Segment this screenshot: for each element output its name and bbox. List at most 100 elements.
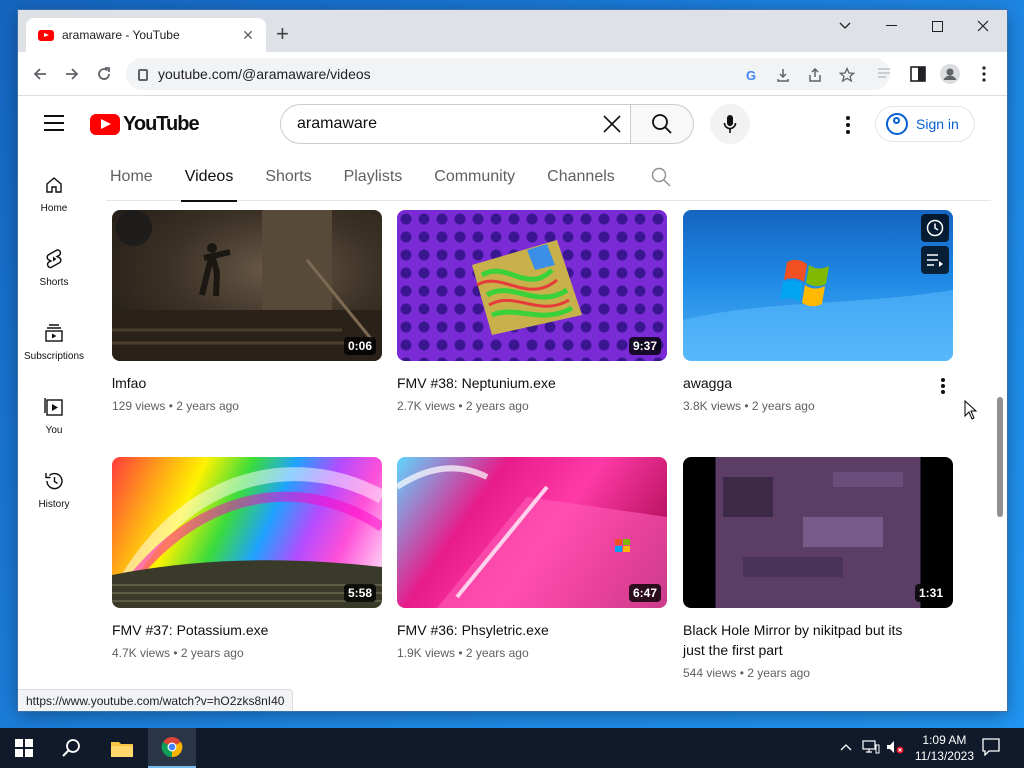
video-title[interactable]: FMV #38: Neptunium.exe — [397, 373, 667, 393]
taskbar-search-button[interactable] — [48, 728, 96, 768]
video-thumbnail[interactable]: 6:47 — [397, 457, 667, 608]
youtube-page: YouTube aramaware Sign in Home Shorts Su… — [18, 97, 1007, 711]
video-title[interactable]: awagga — [683, 373, 953, 393]
video-title[interactable]: lmfao — [112, 373, 382, 393]
video-thumbnail[interactable]: 9:37 — [397, 210, 667, 361]
search-button[interactable] — [630, 104, 694, 144]
search-icon — [62, 739, 80, 757]
video-card[interactable]: 5:58 FMV #37: Potassium.exe 4.7K views •… — [112, 457, 382, 660]
video-duration: 5:58 — [343, 584, 376, 602]
chrome-taskbar-button[interactable] — [148, 728, 196, 768]
video-thumbnail[interactable]: 1:31 — [683, 457, 953, 608]
shorts-icon — [42, 247, 66, 271]
youtube-header: YouTube aramaware Sign in — [18, 97, 1007, 153]
page-scrollbar[interactable] — [997, 397, 1003, 517]
left-nav: Home Shorts Subscriptions You History — [18, 153, 90, 523]
tab-search-button[interactable] — [822, 10, 868, 42]
show-hidden-icons-chevron-icon[interactable] — [840, 740, 852, 754]
video-meta: 2.7K views • 2 years ago — [397, 399, 529, 413]
tab-community[interactable]: Community — [430, 153, 519, 201]
back-button[interactable] — [28, 62, 52, 86]
video-meta: 4.7K views • 2 years ago — [112, 646, 244, 660]
reading-list-icon[interactable] — [876, 64, 896, 84]
profile-avatar-icon[interactable] — [940, 64, 960, 84]
google-translate-icon[interactable]: G — [742, 66, 760, 84]
tab-close-button[interactable]: ✕ — [240, 27, 256, 44]
start-button[interactable] — [0, 728, 48, 768]
nav-you[interactable]: You — [18, 375, 90, 449]
forward-button[interactable] — [60, 62, 84, 86]
nav-home[interactable]: Home — [18, 153, 90, 227]
browser-tab[interactable]: aramaware - YouTube ✕ — [26, 18, 266, 52]
browser-window: aramaware - YouTube ✕ + youtube.com/@ara… — [18, 10, 1007, 711]
video-meta: 544 views • 2 years ago — [683, 666, 810, 680]
video-duration: 9:37 — [628, 337, 661, 355]
side-panel-icon[interactable] — [908, 64, 928, 84]
windows-logo-icon — [780, 259, 829, 307]
video-thumbnail[interactable]: 5:58 — [112, 457, 382, 608]
new-tab-button[interactable]: + — [276, 23, 289, 45]
video-title[interactable]: FMV #36: Phsyletric.exe — [397, 620, 667, 640]
minimize-button[interactable] — [868, 10, 914, 42]
youtube-logo[interactable]: YouTube — [90, 113, 200, 136]
bookmark-star-icon[interactable] — [838, 66, 856, 84]
tab-shorts[interactable]: Shorts — [261, 153, 315, 201]
video-thumbnail[interactable] — [683, 210, 953, 361]
subscriptions-icon — [42, 321, 66, 345]
notification-center-icon[interactable] — [982, 738, 1000, 759]
search-query: aramaware — [297, 115, 378, 132]
account-icon — [886, 113, 908, 135]
system-clock[interactable]: 1:09 AM 11/13/2023 — [915, 732, 974, 764]
close-window-button[interactable] — [960, 10, 1006, 42]
history-icon — [42, 469, 66, 493]
watch-later-icon[interactable] — [921, 214, 949, 242]
status-bar-url: https://www.youtube.com/watch?v=hO2zks8n… — [18, 689, 294, 711]
tab-playlists[interactable]: Playlists — [340, 153, 407, 201]
youtube-favicon-icon — [38, 29, 54, 41]
sign-in-button[interactable]: Sign in — [875, 106, 975, 142]
close-icon — [977, 20, 989, 32]
network-icon[interactable] — [862, 740, 880, 757]
video-title[interactable]: FMV #37: Potassium.exe — [112, 620, 382, 640]
minimize-icon — [885, 25, 897, 26]
address-bar[interactable]: youtube.com/@aramaware/videos G — [126, 58, 890, 90]
video-thumbnail[interactable]: 0:06 — [112, 210, 382, 361]
voice-search-button[interactable] — [710, 104, 750, 144]
volume-muted-icon[interactable] — [886, 740, 904, 757]
browser-menu-icon[interactable] — [974, 64, 994, 84]
nav-subscriptions[interactable]: Subscriptions — [18, 301, 90, 375]
reload-icon — [98, 67, 110, 80]
nav-shorts[interactable]: Shorts — [18, 227, 90, 301]
install-app-icon[interactable] — [774, 66, 792, 84]
video-duration: 0:06 — [343, 337, 376, 355]
video-card[interactable]: awagga 3.8K views • 2 years ago — [683, 210, 953, 413]
video-card[interactable]: 1:31 Black Hole Mirror by nikitpad but i… — [683, 457, 953, 680]
add-to-queue-icon[interactable] — [921, 246, 949, 274]
video-card[interactable]: 0:06 lmfao 129 views • 2 years ago — [112, 210, 382, 413]
you-icon — [42, 395, 66, 419]
chevron-down-icon — [839, 22, 851, 29]
browser-toolbar: youtube.com/@aramaware/videos G — [18, 52, 1007, 96]
file-explorer-button[interactable] — [98, 728, 146, 768]
video-card[interactable]: 9:37 FMV #38: Neptunium.exe 2.7K views •… — [397, 210, 667, 413]
share-icon[interactable] — [806, 66, 824, 84]
home-icon — [42, 173, 66, 197]
video-card[interactable]: 6:47 FMV #36: Phsyletric.exe 1.9K views … — [397, 457, 667, 660]
search-input[interactable]: aramaware — [280, 104, 631, 144]
clear-search-icon[interactable] — [593, 114, 631, 135]
chrome-icon — [161, 737, 183, 758]
tab-videos[interactable]: Videos — [180, 153, 238, 202]
maximize-button[interactable] — [914, 10, 960, 42]
video-action-menu-icon[interactable] — [935, 376, 951, 396]
windows-start-icon — [15, 739, 33, 757]
hamburger-menu-icon[interactable] — [44, 115, 64, 131]
reload-button[interactable] — [92, 62, 116, 86]
channel-search-icon[interactable] — [651, 167, 671, 187]
tab-channels[interactable]: Channels — [543, 153, 619, 201]
video-title[interactable]: Black Hole Mirror by nikitpad but its ju… — [683, 620, 953, 660]
nav-history[interactable]: History — [18, 449, 90, 523]
video-meta: 1.9K views • 2 years ago — [397, 646, 529, 660]
settings-more-icon[interactable] — [838, 114, 858, 136]
tab-home[interactable]: Home — [106, 153, 157, 201]
video-meta: 129 views • 2 years ago — [112, 399, 239, 413]
